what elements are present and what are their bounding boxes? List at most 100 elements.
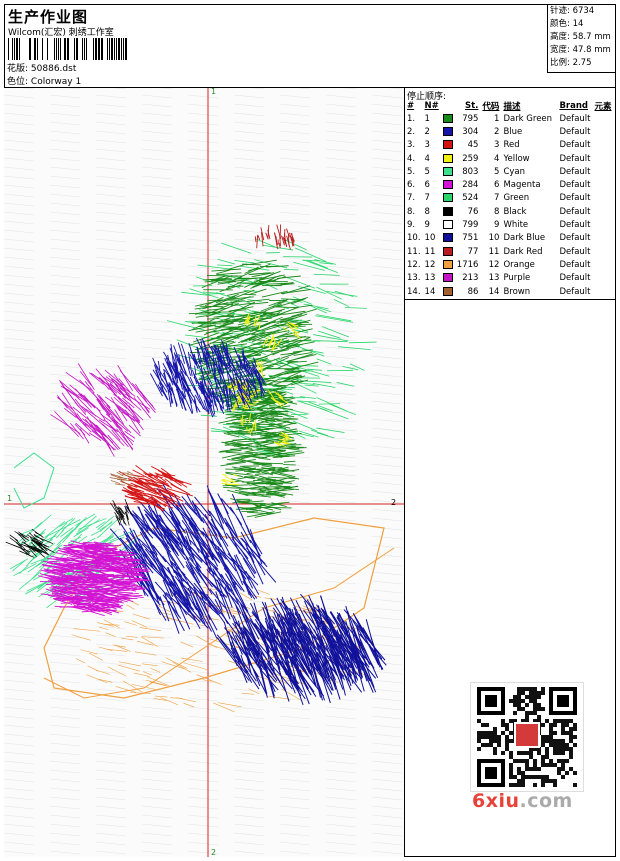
row-n: 12: [424, 259, 436, 270]
row-code: 11: [488, 246, 500, 257]
row-element: [593, 232, 614, 245]
col-n: N#: [424, 101, 439, 111]
color-swatch: [442, 286, 453, 296]
row-element: [593, 245, 614, 258]
row-element: [593, 152, 614, 165]
col-swatch: [441, 100, 455, 112]
row-n: 11: [424, 246, 436, 257]
row-code: 12: [488, 259, 500, 270]
row-n: 6: [424, 180, 430, 191]
color-swatch: [442, 220, 453, 230]
col-code: 代码: [482, 102, 500, 112]
col-brand: Brand: [559, 101, 588, 111]
color-row: 13. 13 213 13 Purple Default: [405, 272, 614, 285]
row-code: 10: [488, 233, 500, 244]
row-code: 3: [494, 140, 500, 151]
color-row: 11. 11 77 11 Dark Red Default: [405, 245, 614, 258]
row-element: [593, 218, 614, 231]
row-code: 8: [494, 206, 500, 217]
row-swatch: [441, 218, 455, 231]
row-element: [593, 272, 614, 285]
axis-label-right: 2: [391, 498, 396, 507]
row-code: 5: [494, 166, 500, 177]
row-description: Black: [503, 206, 527, 217]
color-swatch: [442, 166, 453, 176]
row-n: 5: [424, 166, 430, 177]
embroidery-preview: 1 2 1 2: [4, 88, 404, 857]
color-row: 2. 2 304 2 Blue Default: [405, 125, 614, 138]
color-swatch: [442, 113, 453, 123]
row-code: 7: [494, 193, 500, 204]
row-description: Green: [503, 193, 530, 204]
row-swatch: [441, 139, 455, 152]
row-brand: Default: [559, 126, 591, 137]
row-code: 14: [488, 286, 500, 297]
row-element: [593, 192, 614, 205]
row-stitches: 803: [462, 166, 479, 177]
design-file-label: 花版:: [7, 64, 29, 74]
design-file-value: 50886.dst: [30, 64, 77, 74]
barcode: [8, 38, 127, 60]
stitch-art: [5, 224, 395, 713]
color-row: 5. 5 803 5 Cyan Default: [405, 165, 614, 178]
row-description: Cyan: [503, 166, 525, 177]
color-swatch: [442, 233, 453, 243]
row-description: Blue: [503, 126, 523, 137]
col-element: 元素: [594, 102, 612, 112]
row-stitches: 795: [462, 113, 479, 124]
row-index: 1.: [407, 113, 416, 124]
row-index: 14.: [407, 286, 421, 297]
row-code: 9: [494, 220, 500, 231]
color-row: 14. 14 86 14 Brown Default: [405, 285, 614, 298]
row-element: [593, 112, 614, 125]
row-index: 12.: [407, 259, 421, 270]
row-n: 4: [424, 153, 430, 164]
row-stitches: 1716: [456, 259, 479, 270]
colorway-label: 色位:: [7, 77, 29, 87]
row-swatch: [441, 178, 455, 191]
row-element: [593, 125, 614, 138]
col-description: 描述: [503, 102, 521, 112]
row-stitches: 45: [467, 140, 479, 151]
colorway-line: 色位: Colorway 1: [7, 74, 81, 87]
site-watermark: 6xiu.com: [472, 790, 573, 812]
row-brand: Default: [559, 273, 591, 284]
row-element: [593, 285, 614, 298]
row-n: 9: [424, 220, 430, 231]
color-swatch: [442, 273, 453, 283]
row-code: 1: [494, 113, 500, 124]
row-description: White: [503, 220, 529, 231]
color-row: 12. 12 1716 12 Orange Default: [405, 258, 614, 271]
row-n: 10: [424, 233, 436, 244]
row-index: 4.: [407, 153, 416, 164]
row-stitches: 259: [462, 153, 479, 164]
color-swatch: [442, 246, 453, 256]
color-row: 10. 10 751 10 Dark Blue Default: [405, 232, 614, 245]
row-n: 2: [424, 126, 430, 137]
colorway-value: Colorway 1: [30, 77, 82, 87]
row-brand: Default: [559, 233, 591, 244]
row-description: Orange: [503, 259, 535, 270]
design-ratio: 比例: 2.75: [550, 58, 592, 68]
row-n: 14: [424, 286, 436, 297]
row-swatch: [441, 125, 455, 138]
row-swatch: [441, 192, 455, 205]
row-brand: Default: [559, 153, 591, 164]
row-element: [593, 165, 614, 178]
row-index: 11.: [407, 246, 421, 257]
row-stitches: 76: [467, 206, 479, 217]
row-n: 1: [424, 113, 430, 124]
row-swatch: [441, 258, 455, 271]
row-index: 13.: [407, 273, 421, 284]
row-brand: Default: [559, 166, 591, 177]
row-swatch: [441, 112, 455, 125]
axis-label-top: 1: [211, 88, 216, 96]
design-preview: 1 2 1 2: [4, 88, 405, 857]
color-row: 3. 3 45 3 Red Default: [405, 139, 614, 152]
row-index: 7.: [407, 193, 416, 204]
row-brand: Default: [559, 206, 591, 217]
row-index: 2.: [407, 126, 416, 137]
row-brand: Default: [559, 286, 591, 297]
row-index: 5.: [407, 166, 416, 177]
row-brand: Default: [559, 220, 591, 231]
